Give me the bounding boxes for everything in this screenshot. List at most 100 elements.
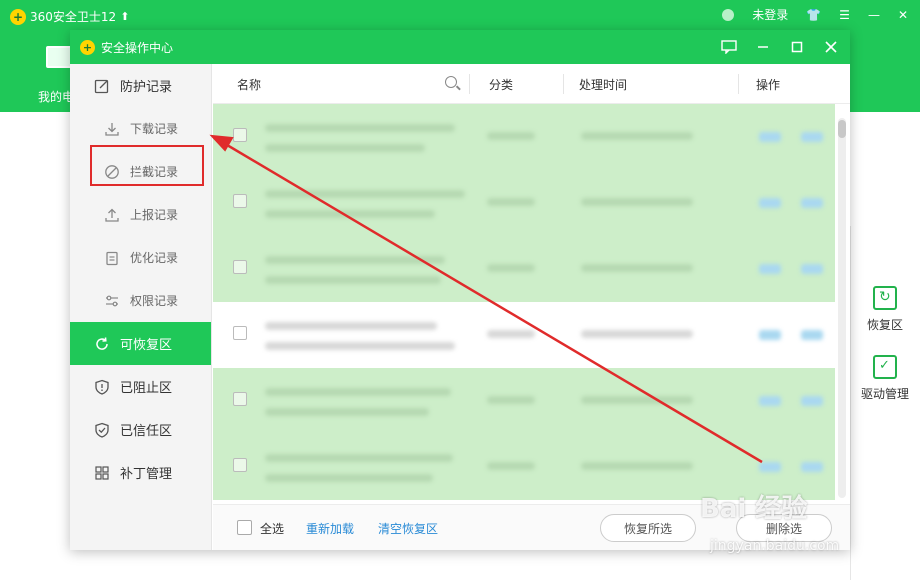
- skin-icon[interactable]: 👕: [806, 8, 821, 22]
- baidu-watermark: Bai 经验: [700, 494, 808, 524]
- select-all-checkbox[interactable]: [237, 520, 252, 535]
- table-row[interactable]: [213, 368, 835, 434]
- scrollbar-thumb[interactable]: [838, 120, 846, 138]
- row-checkbox[interactable]: [233, 326, 247, 340]
- shield-check-icon: [94, 422, 110, 438]
- minimize-icon[interactable]: —: [868, 8, 880, 22]
- dialog-controls: [720, 30, 840, 64]
- column-divider: [469, 74, 470, 94]
- row-checkbox[interactable]: [233, 128, 247, 142]
- table-row[interactable]: [213, 236, 835, 302]
- sidebar-item-label: 补丁管理: [120, 467, 173, 482]
- sidebar-item-blocked-area[interactable]: 已阻止区: [70, 365, 211, 408]
- sidebar-item-protection-records[interactable]: 防护记录: [70, 64, 211, 107]
- restore-action[interactable]: [759, 396, 781, 406]
- dialog-logo-icon: +: [80, 39, 95, 55]
- delete-action[interactable]: [801, 330, 823, 340]
- blurred-name: [265, 124, 455, 132]
- column-divider: [563, 74, 564, 94]
- dialog-sidebar: 防护记录 下载记录 拦截记录 上报记录 优化记录 权限记录 可恢复区 已阻止区 …: [70, 64, 212, 550]
- delete-action[interactable]: [801, 132, 823, 142]
- edit-icon: [94, 78, 110, 94]
- records-scrollbar[interactable]: [838, 118, 846, 498]
- baidu-watermark-url: jingyan.baidu.com: [710, 538, 840, 554]
- blurred-path: [265, 342, 455, 350]
- driver-manager-tool[interactable]: ✓ 驱动管理: [850, 355, 920, 402]
- sidebar-item-label: 上报记录: [130, 208, 179, 222]
- sidebar-item-patch-management[interactable]: 补丁管理: [70, 451, 211, 494]
- sidebar-item-optimize-records[interactable]: 优化记录: [70, 236, 211, 279]
- sidebar-item-label: 优化记录: [130, 251, 179, 265]
- blurred-category: [487, 462, 535, 470]
- reload-link[interactable]: 重新加载: [306, 520, 354, 537]
- blurred-name: [265, 388, 451, 396]
- table-row[interactable]: [213, 170, 835, 236]
- blurred-path: [265, 210, 435, 218]
- sidebar-item-report-records[interactable]: 上报记录: [70, 193, 211, 236]
- column-category[interactable]: 分类: [489, 76, 513, 93]
- row-checkbox[interactable]: [233, 458, 247, 472]
- restore-action[interactable]: [759, 132, 781, 142]
- mypc-tab-label[interactable]: 我的电: [38, 88, 74, 105]
- select-all-label[interactable]: 全选: [260, 520, 284, 537]
- column-time[interactable]: 处理时间: [579, 76, 627, 93]
- blurred-name: [265, 322, 437, 330]
- close-icon[interactable]: ✕: [898, 8, 908, 22]
- sidebar-item-permission-records[interactable]: 权限记录: [70, 279, 211, 322]
- download-icon: [104, 121, 120, 137]
- dialog-maximize-icon[interactable]: [788, 38, 806, 56]
- clear-recovery-link[interactable]: 清空恢复区: [378, 520, 438, 537]
- blurred-path: [265, 144, 425, 152]
- table-row[interactable]: [213, 104, 835, 170]
- login-link[interactable]: 未登录: [752, 6, 788, 23]
- clipboard-icon: [104, 250, 120, 266]
- row-checkbox[interactable]: [233, 260, 247, 274]
- shield-alert-icon: [94, 379, 110, 395]
- dialog-minimize-icon[interactable]: [754, 38, 772, 56]
- menu-icon[interactable]: ☰: [839, 8, 850, 22]
- row-checkbox[interactable]: [233, 194, 247, 208]
- sidebar-item-label: 权限记录: [130, 294, 179, 308]
- blurred-time: [581, 198, 693, 206]
- table-row[interactable]: [213, 302, 835, 368]
- restore-action[interactable]: [759, 462, 781, 472]
- records-content: 名称 分类 处理时间 操作 全选 重新加载 清空恢复区 恢复所选 删除选: [213, 64, 850, 550]
- blurred-category: [487, 396, 535, 404]
- blurred-name: [265, 190, 465, 198]
- blurred-category: [487, 264, 535, 272]
- delete-action[interactable]: [801, 396, 823, 406]
- grid-icon: [94, 465, 110, 481]
- blurred-path: [265, 408, 429, 416]
- column-name[interactable]: 名称: [237, 76, 261, 93]
- blurred-path: [265, 276, 441, 284]
- blurred-time: [581, 396, 693, 404]
- blurred-time: [581, 462, 693, 470]
- dialog-titlebar[interactable]: + 安全操作中心: [70, 30, 850, 64]
- restore-action[interactable]: [759, 264, 781, 274]
- restore-selected-button[interactable]: 恢复所选: [600, 514, 696, 542]
- delete-action[interactable]: [801, 462, 823, 472]
- restore-action[interactable]: [759, 330, 781, 340]
- restore-area-tool-label: 恢复区: [866, 318, 903, 332]
- delete-action[interactable]: [801, 264, 823, 274]
- blurred-time: [581, 132, 693, 140]
- blurred-name: [265, 256, 445, 264]
- restore-action[interactable]: [759, 198, 781, 208]
- feedback-icon[interactable]: [720, 38, 738, 56]
- sidebar-item-label: 已信任区: [120, 424, 173, 439]
- sidebar-item-download-records[interactable]: 下载记录: [70, 107, 211, 150]
- row-checkbox[interactable]: [233, 392, 247, 406]
- column-action[interactable]: 操作: [756, 76, 780, 93]
- sidebar-item-trusted-area[interactable]: 已信任区: [70, 408, 211, 451]
- sidebar-item-label: 防护记录: [120, 80, 173, 95]
- dialog-close-icon[interactable]: [822, 38, 840, 56]
- restore-area-tool[interactable]: ↻ 恢复区: [850, 286, 920, 333]
- highlight-annotation-box: [90, 145, 204, 186]
- sliders-icon: [104, 293, 120, 309]
- upgrade-arrow-icon[interactable]: ⬆: [120, 10, 129, 23]
- sidebar-item-recoverable-area[interactable]: 可恢复区: [70, 322, 211, 365]
- sidebar-item-label: 已阻止区: [120, 381, 173, 396]
- search-icon[interactable]: [445, 76, 457, 88]
- column-divider: [738, 74, 739, 94]
- delete-action[interactable]: [801, 198, 823, 208]
